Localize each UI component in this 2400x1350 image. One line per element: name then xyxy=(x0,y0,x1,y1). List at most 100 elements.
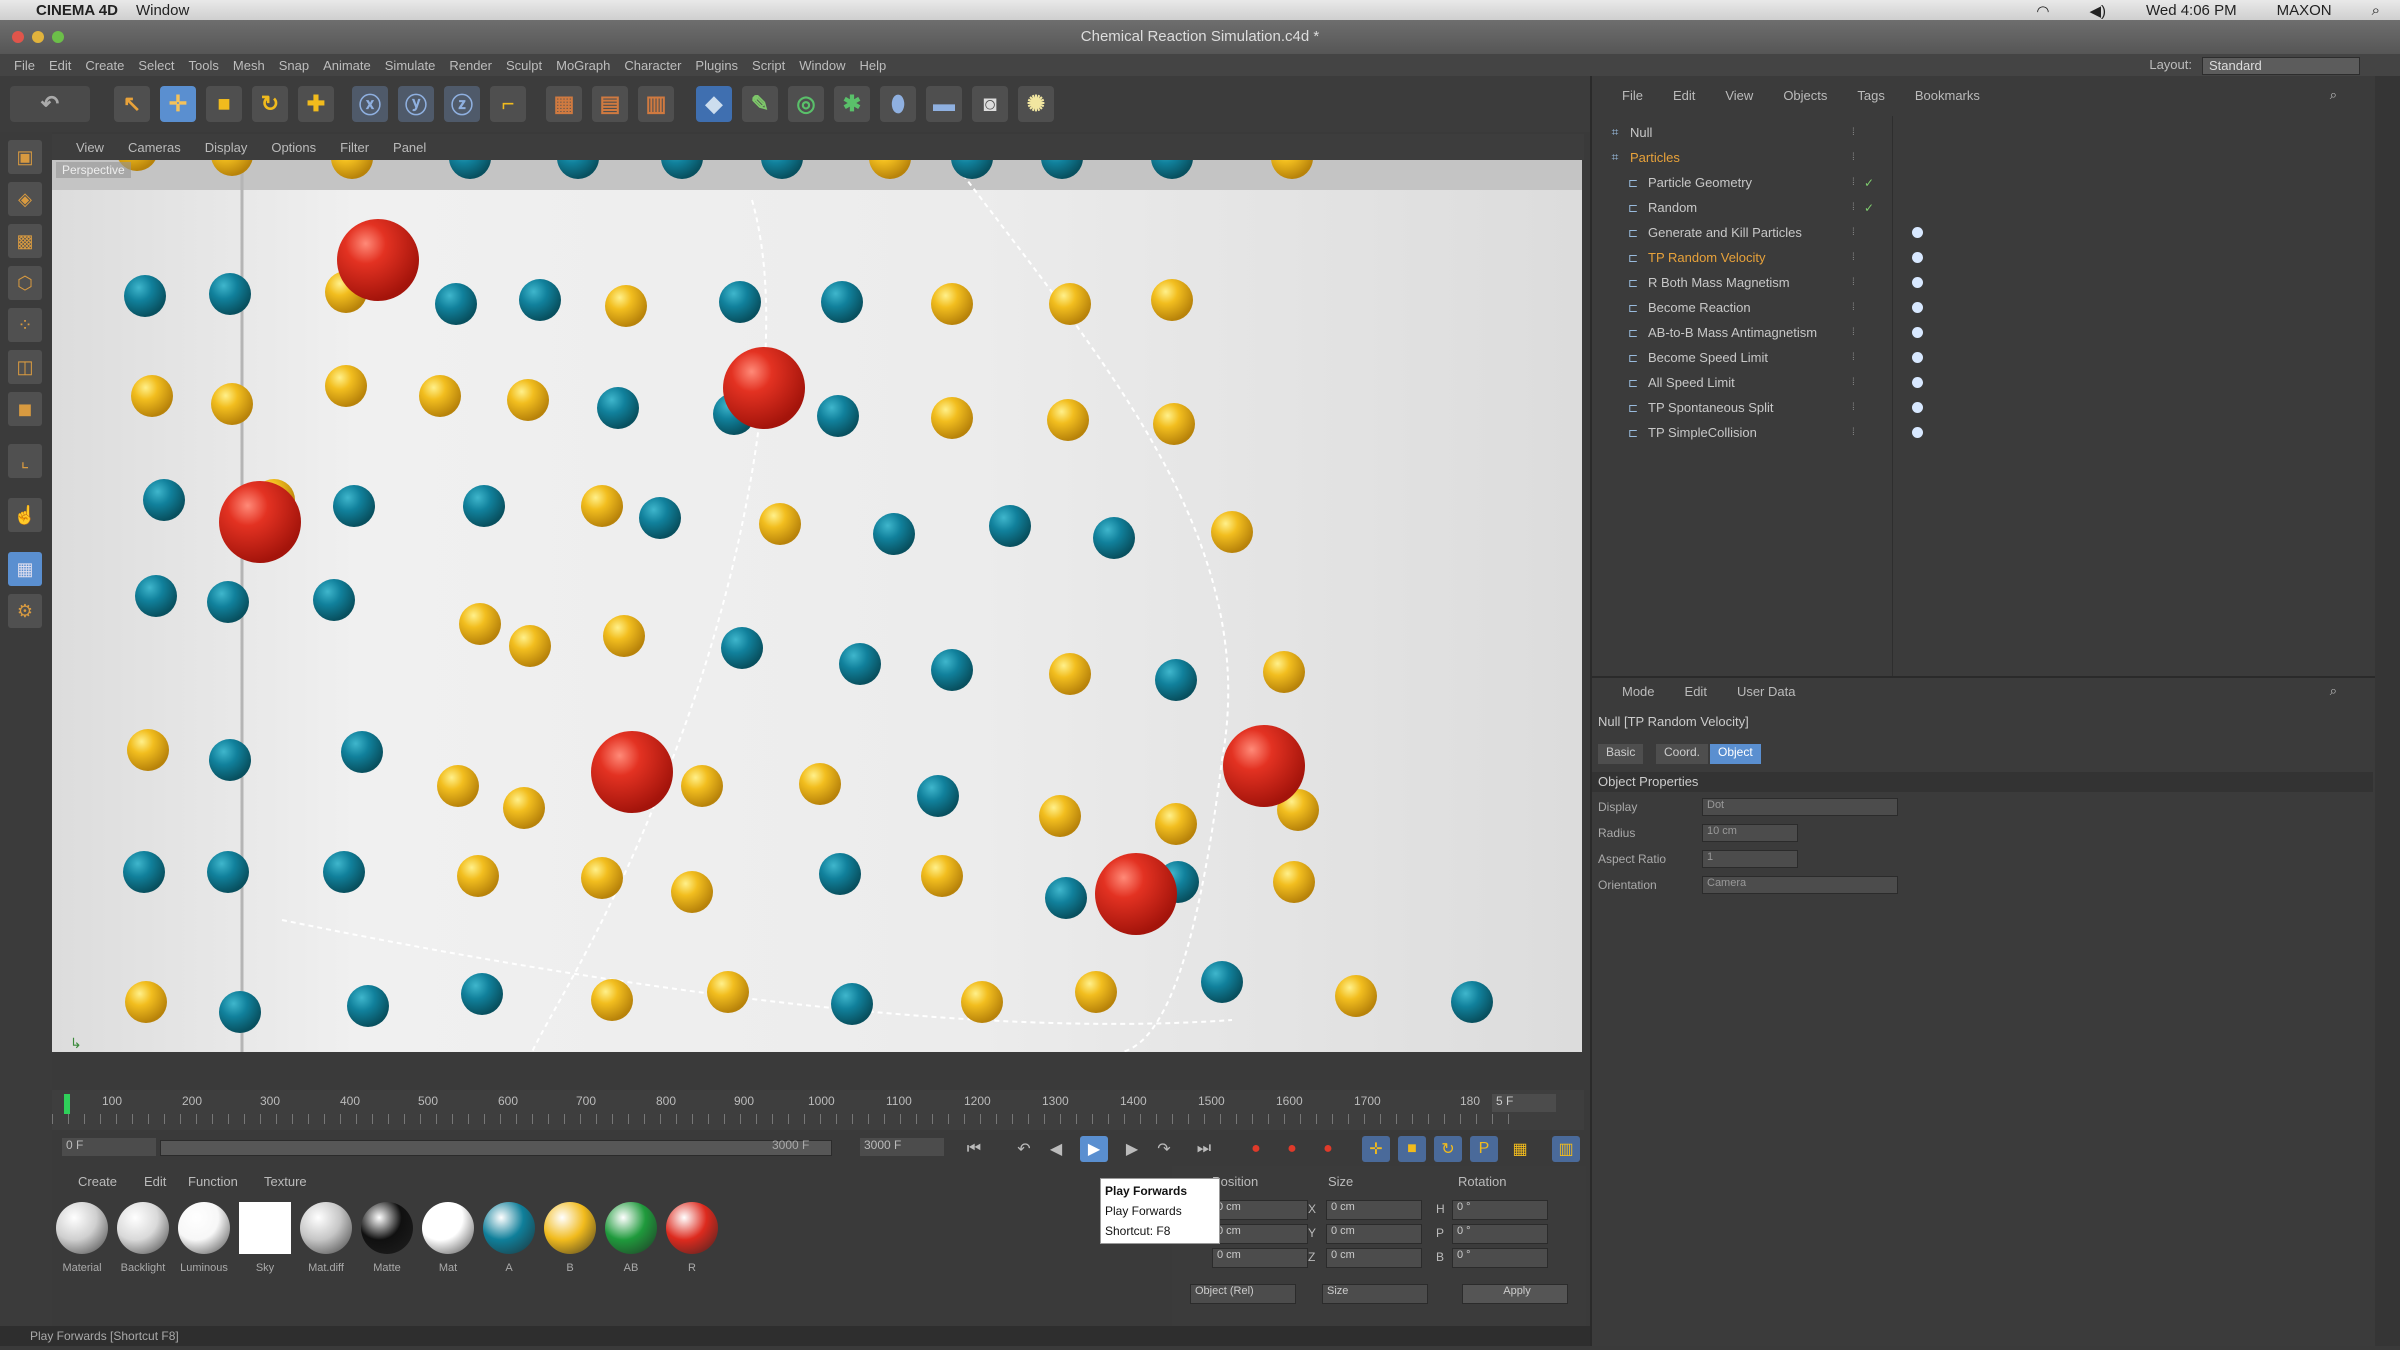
tag-dot-icon[interactable] xyxy=(1912,302,1923,313)
timeline-ruler[interactable]: 100 200 300 400 500 600 700 800 900 1000… xyxy=(52,1090,1584,1130)
timeline-window-icon[interactable]: ▥ xyxy=(1552,1136,1580,1162)
object-row[interactable]: ⌗ Particles ⁞ xyxy=(1602,145,2383,170)
z-axis-icon[interactable]: ⓩ xyxy=(444,86,480,122)
subdivision-icon[interactable]: ◎ xyxy=(788,86,824,122)
size-y-field[interactable]: 0 cm xyxy=(1326,1224,1422,1244)
end-frame-field[interactable]: 3000 F xyxy=(860,1138,944,1156)
visibility-dots-icon[interactable]: ⁞ xyxy=(1852,177,1862,188)
menu-edit[interactable]: Edit xyxy=(49,58,71,73)
attr-menu-mode[interactable]: Mode xyxy=(1622,684,1655,699)
render-picture-viewer-icon[interactable]: ▤ xyxy=(592,86,628,122)
start-frame-field[interactable]: 0 F xyxy=(62,1138,156,1156)
tag-dot-icon[interactable] xyxy=(1912,227,1923,238)
tag-dot-icon[interactable] xyxy=(1912,327,1923,338)
position-key-icon[interactable]: ✛ xyxy=(1362,1136,1390,1162)
om-menu-bookmarks[interactable]: Bookmarks xyxy=(1915,88,1980,103)
menu-animate[interactable]: Animate xyxy=(323,58,371,73)
keyframe-selection-icon[interactable]: ● xyxy=(1314,1136,1342,1162)
visibility-dots-icon[interactable]: ⁞ xyxy=(1852,352,1862,363)
deformer-icon[interactable]: ⬮ xyxy=(880,86,916,122)
om-menu-tags[interactable]: Tags xyxy=(1857,88,1884,103)
property-field[interactable]: 1 xyxy=(1702,850,1798,868)
range-slider[interactable] xyxy=(160,1140,832,1156)
property-field[interactable]: 10 cm xyxy=(1702,824,1798,842)
model-mode-icon[interactable]: ◈ xyxy=(8,182,42,216)
visibility-dots-icon[interactable]: ⁞ xyxy=(1852,227,1862,238)
visibility-dots-icon[interactable]: ⁞ xyxy=(1852,302,1862,313)
menu-file[interactable]: File xyxy=(14,58,35,73)
autokey-icon[interactable]: ● xyxy=(1278,1136,1306,1162)
viewport-menu-filter[interactable]: Filter xyxy=(340,140,369,155)
array-icon[interactable]: ✱ xyxy=(834,86,870,122)
rot-h-field[interactable]: 0 ° xyxy=(1452,1200,1548,1220)
visibility-dots-icon[interactable]: ⁞ xyxy=(1852,427,1862,438)
recent-tool-icon[interactable]: ✚ xyxy=(298,86,334,122)
material-swatch[interactable] xyxy=(605,1202,657,1254)
object-row[interactable]: ⊏ Generate and Kill Particles ⁞ xyxy=(1602,220,2400,245)
light-icon[interactable]: ✺ xyxy=(1018,86,1054,122)
lock-workplane-icon[interactable]: ⚙ xyxy=(8,594,42,628)
tag-dot-icon[interactable] xyxy=(1912,427,1923,438)
play-forwards-button[interactable]: ▶ xyxy=(1080,1136,1108,1162)
coordinate-system-icon[interactable]: ⌐ xyxy=(490,86,526,122)
menu-render[interactable]: Render xyxy=(449,58,492,73)
object-row[interactable]: ⊏ TP SimpleCollision ⁞ xyxy=(1602,420,2400,445)
om-menu-view[interactable]: View xyxy=(1725,88,1753,103)
coord-mode-dropdown[interactable]: Object (Rel) xyxy=(1190,1284,1296,1304)
clock[interactable]: Wed 4:06 PM xyxy=(2146,2,2237,20)
y-axis-icon[interactable]: ⓨ xyxy=(398,86,434,122)
previous-frame-icon[interactable]: ◀ xyxy=(1042,1136,1070,1162)
material-swatch[interactable] xyxy=(422,1202,474,1254)
rot-b-field[interactable]: 0 ° xyxy=(1452,1248,1548,1268)
viewport-menu-panel[interactable]: Panel xyxy=(393,140,426,155)
material-swatch[interactable] xyxy=(239,1202,291,1254)
material-swatch[interactable] xyxy=(483,1202,535,1254)
object-row[interactable]: ⊏ TP Spontaneous Split ⁞ xyxy=(1602,395,2400,420)
menu-tools[interactable]: Tools xyxy=(189,58,219,73)
tag-dot-icon[interactable] xyxy=(1912,377,1923,388)
material-swatch[interactable] xyxy=(544,1202,596,1254)
make-editable-icon[interactable]: ▣ xyxy=(8,140,42,174)
visibility-dots-icon[interactable]: ⁞ xyxy=(1852,327,1862,338)
tag-dot-icon[interactable] xyxy=(1912,252,1923,263)
menu-mesh[interactable]: Mesh xyxy=(233,58,265,73)
mat-menu-texture[interactable]: Texture xyxy=(264,1174,307,1189)
material-swatch[interactable] xyxy=(56,1202,108,1254)
object-row[interactable]: ⊏ AB-to-B Mass Antimagnetism ⁞ xyxy=(1602,320,2400,345)
object-row[interactable]: ⊏ Random ⁞ ✓ xyxy=(1602,195,2400,220)
render-settings-icon[interactable]: ▥ xyxy=(638,86,674,122)
user-name[interactable]: MAXON xyxy=(2277,2,2332,20)
tweak-mode-icon[interactable]: ☝ xyxy=(8,498,42,532)
attr-tab-basic[interactable]: Basic xyxy=(1598,744,1644,764)
3d-viewport[interactable]: ↳ Perspective xyxy=(52,160,1582,1052)
object-row[interactable]: ⌗ Null ⁞ xyxy=(1602,120,2383,145)
visibility-dots-icon[interactable]: ⁞ xyxy=(1852,152,1862,163)
points-mode-icon[interactable]: ⁘ xyxy=(8,308,42,342)
floor-icon[interactable]: ▬ xyxy=(926,86,962,122)
viewport-menu-display[interactable]: Display xyxy=(205,140,248,155)
current-frame-field[interactable]: 5 F xyxy=(1492,1094,1556,1112)
rot-p-field[interactable]: 0 ° xyxy=(1452,1224,1548,1244)
workplane-icon[interactable]: ⬡ xyxy=(8,266,42,300)
volume-icon[interactable]: ◀) xyxy=(2089,2,2106,20)
record-active-icon[interactable]: ● xyxy=(1242,1136,1270,1162)
move-icon[interactable]: ✛ xyxy=(160,86,196,122)
snap-icon[interactable]: ▦ xyxy=(8,552,42,586)
attr-menu-edit[interactable]: Edit xyxy=(1685,684,1707,699)
pos-x-field[interactable]: 0 cm xyxy=(1212,1200,1308,1220)
size-z-field[interactable]: 0 cm xyxy=(1326,1248,1422,1268)
object-row[interactable]: ⊏ R Both Mass Magnetism ⁞ xyxy=(1602,270,2400,295)
scale-key-icon[interactable]: ■ xyxy=(1398,1136,1426,1162)
om-menu-file[interactable]: File xyxy=(1622,88,1643,103)
visibility-dots-icon[interactable]: ⁞ xyxy=(1852,377,1862,388)
wifi-icon[interactable]: ◠ xyxy=(2036,2,2049,20)
go-to-start-icon[interactable]: ⏮ xyxy=(960,1136,988,1162)
axis-mode-icon[interactable]: ⌞ xyxy=(8,444,42,478)
next-key-icon[interactable]: ↷ xyxy=(1150,1136,1178,1162)
live-select-icon[interactable]: ↖ xyxy=(114,86,150,122)
visibility-dots-icon[interactable]: ⁞ xyxy=(1852,127,1862,138)
menu-create[interactable]: Create xyxy=(85,58,124,73)
mat-menu-edit[interactable]: Edit xyxy=(144,1174,166,1189)
object-row[interactable]: ⊏ Particle Geometry ⁞ ✓ xyxy=(1602,170,2400,195)
spotlight-icon[interactable]: ⌕ xyxy=(2372,2,2380,20)
